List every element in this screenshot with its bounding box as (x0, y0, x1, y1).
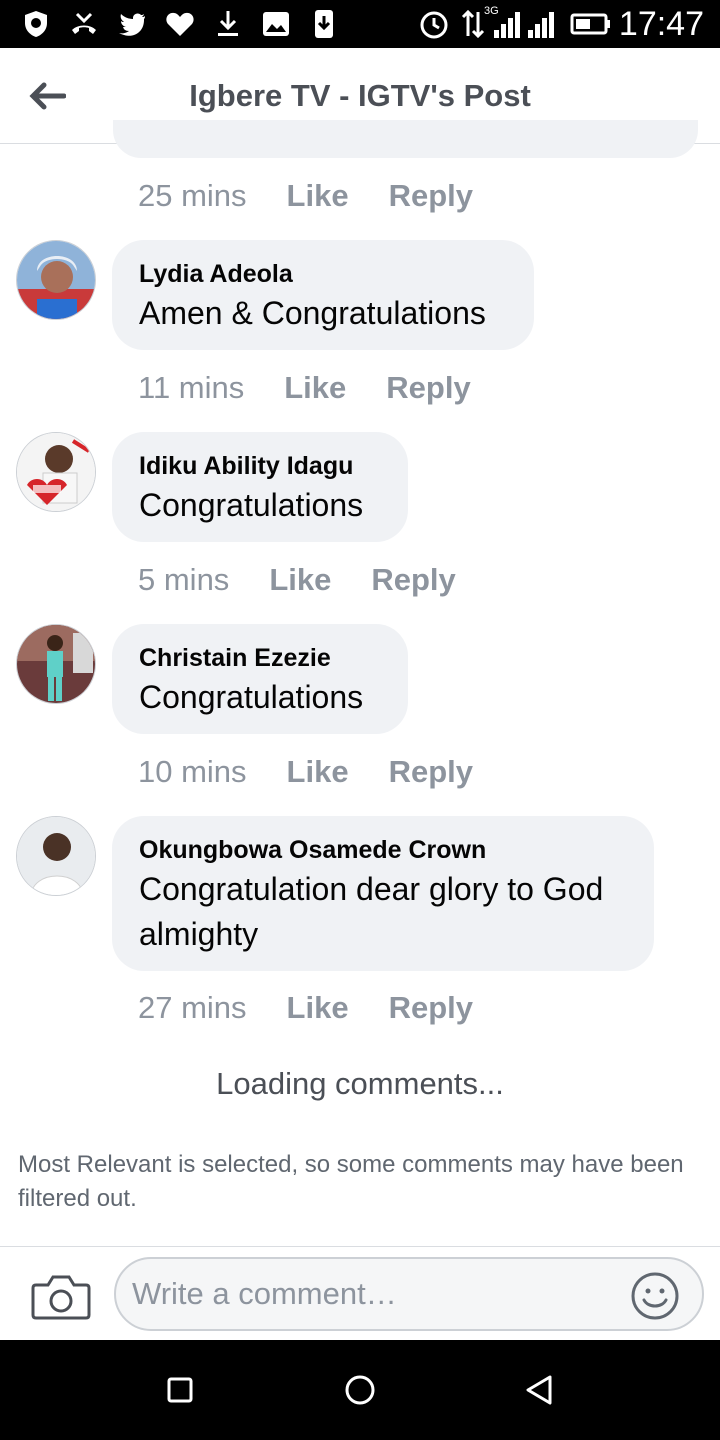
comment-actions: 10 mins Like Reply (138, 752, 513, 792)
comment-actions: 25 mins Like Reply (138, 176, 513, 216)
avatar[interactable] (16, 624, 96, 704)
filter-notice: Most Relevant is selected, so some comme… (18, 1151, 684, 1212)
comment-actions: 11 mins Like Reply (138, 368, 511, 408)
comment-actions: 27 mins Like Reply (138, 988, 513, 1028)
heart-icon (166, 12, 194, 37)
comment-actions: 5 mins Like Reply (138, 560, 496, 600)
comment-input[interactable] (114, 1257, 704, 1331)
comment-time: 25 mins (138, 178, 247, 213)
like-button[interactable]: Like (287, 752, 349, 792)
missed-call-icon (72, 12, 96, 34)
comment-time: 27 mins (138, 990, 247, 1025)
comment-bubble (113, 120, 698, 158)
comment-bubble: Lydia Adeola Amen & Congratulations (112, 240, 534, 350)
comment-text: Congratulation dear glory to God almight… (139, 871, 604, 952)
like-button[interactable]: Like (287, 176, 349, 216)
image-icon (263, 12, 289, 36)
comment-time: 11 mins (138, 370, 245, 405)
comment-author[interactable]: Idiku Ability Idagu (139, 452, 381, 480)
comment-time: 5 mins (138, 562, 230, 597)
like-button[interactable]: Like (287, 988, 349, 1028)
comment-bubble: Christain Ezezie Congratulations (112, 624, 408, 734)
comment-author[interactable]: Lydia Adeola (139, 260, 507, 288)
system-nav-bar (0, 1340, 720, 1440)
avatar[interactable] (16, 240, 96, 320)
avatar[interactable] (16, 432, 96, 512)
loading-comments-text: Loading comments... (216, 1066, 504, 1101)
camera-icon[interactable] (30, 1271, 92, 1321)
comment-text: Amen & Congratulations (139, 295, 486, 331)
page-title: Igbere TV - IGTV's Post (189, 78, 531, 113)
reply-button[interactable]: Reply (389, 752, 473, 792)
download-icon (218, 11, 238, 36)
reply-button[interactable]: Reply (371, 560, 455, 600)
emoji-icon[interactable] (630, 1271, 680, 1321)
comment-bubble: Okungbowa Osamede Crown Congratulation d… (112, 816, 654, 971)
signal-icon (494, 12, 520, 38)
avatar[interactable] (16, 816, 96, 896)
comment-author[interactable]: Okungbowa Osamede Crown (139, 836, 627, 864)
recents-square-icon[interactable] (160, 1370, 200, 1410)
battery-icon (570, 13, 610, 35)
reply-button[interactable]: Reply (389, 176, 473, 216)
download-box-icon (315, 10, 333, 38)
comment-time: 10 mins (138, 754, 247, 789)
signal-icon (528, 12, 554, 38)
like-button[interactable]: Like (269, 560, 331, 600)
reply-button[interactable]: Reply (389, 988, 473, 1028)
comment-bubble: Idiku Ability Idagu Congratulations (112, 432, 408, 542)
alarm-icon (420, 11, 448, 39)
twitter-icon (119, 13, 145, 36)
comment-text: Congratulations (139, 679, 364, 715)
shield-icon (25, 11, 47, 37)
comment-text: Congratulations (139, 487, 364, 523)
status-bar: 3G 17:47 (0, 0, 720, 48)
reply-button[interactable]: Reply (386, 368, 470, 408)
home-circle-icon[interactable] (340, 1370, 380, 1410)
like-button[interactable]: Like (284, 368, 346, 408)
back-triangle-icon[interactable] (520, 1370, 560, 1410)
comment-author[interactable]: Christain Ezezie (139, 644, 381, 672)
clock: 17:47 (618, 5, 704, 43)
comment-composer (0, 1246, 720, 1340)
